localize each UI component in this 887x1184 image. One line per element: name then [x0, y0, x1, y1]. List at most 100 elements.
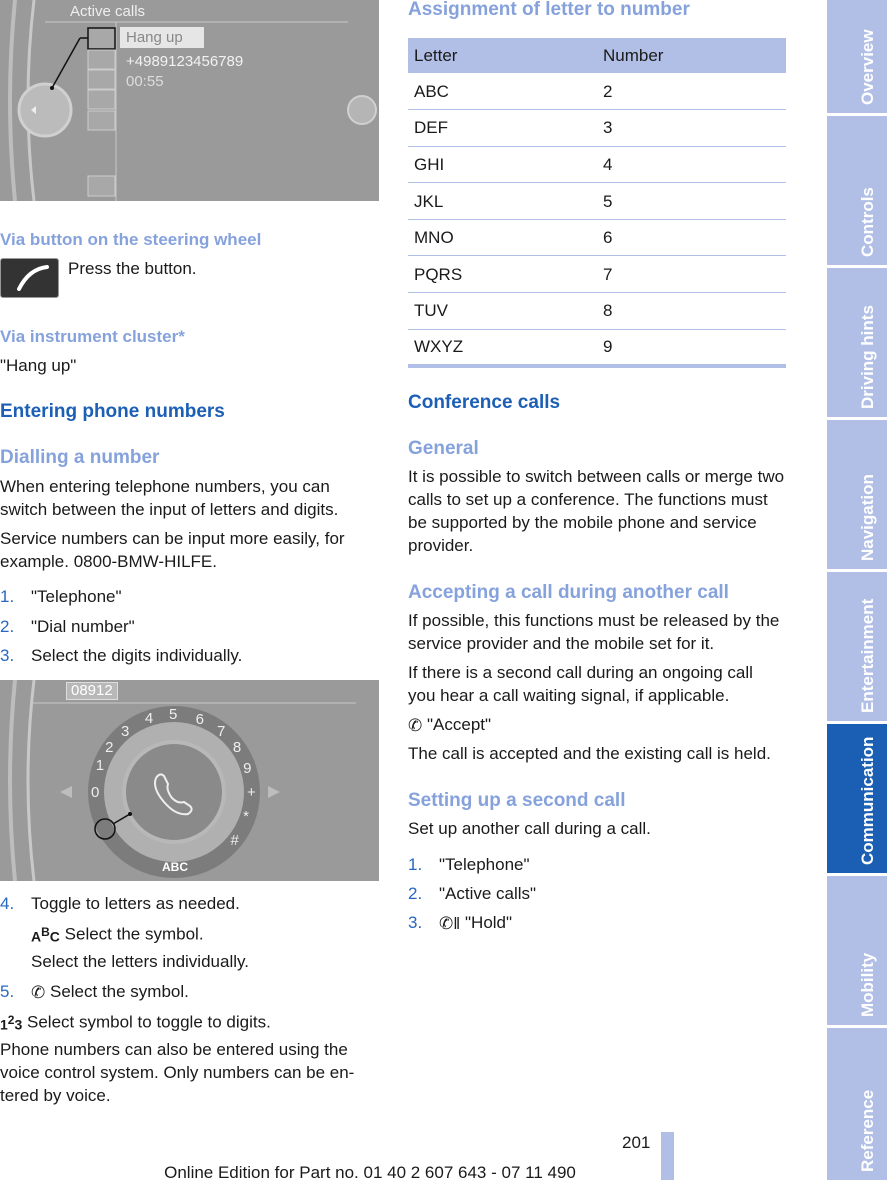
hang-up-menu-item: Hang up: [120, 27, 204, 48]
number-cell: 6: [597, 219, 786, 257]
accept-line: ✆ "Accept": [408, 715, 492, 736]
tab-label: Overview: [858, 29, 877, 105]
number-cell: 9: [597, 329, 786, 368]
tab-entertainment[interactable]: Entertainment: [827, 572, 887, 721]
table-row: ABC 2: [408, 73, 786, 111]
paragraph: When entering telephone numbers, you can…: [0, 477, 339, 519]
letter-cell: JKL: [408, 182, 597, 220]
tab-label: Navigation: [858, 474, 877, 561]
call-duration: 00:55: [126, 73, 164, 90]
letter-cell: TUV: [408, 292, 597, 330]
table-row: JKL 5: [408, 182, 786, 220]
paragraph: If possible, this functions must be rele…: [408, 611, 780, 653]
letter-cell: ABC: [408, 73, 597, 111]
list-item: 2. "Dial number": [0, 617, 135, 636]
letter-cell: GHI: [408, 146, 597, 184]
digits-symbol-icon: 123: [0, 1013, 23, 1033]
table-row: WXYZ 9: [408, 329, 786, 368]
letter-cell: DEF: [408, 109, 597, 147]
dial-digit: 8: [232, 739, 242, 757]
number-cell: 3: [597, 109, 786, 147]
active-calls-screenshot: Active calls Hang up +4989123456789 00:5…: [0, 0, 379, 201]
speller-wheel: [8, 680, 356, 881]
dial-digit: 9: [243, 759, 252, 777]
digits-instruction: 123 Select symbol to toggle to digits.: [0, 1009, 271, 1037]
tab-controls[interactable]: Controls: [827, 116, 887, 265]
table-row: PQRS 7: [408, 255, 786, 294]
paragraph: Service numbers can be input more easily…: [0, 529, 345, 571]
paragraph: It is possible to switch between calls o…: [408, 467, 785, 555]
letter-cell: MNO: [408, 219, 597, 257]
tab-navigation[interactable]: Navigation: [827, 420, 887, 569]
heading-dialling: Dialling a number: [0, 447, 160, 468]
abc-toggle: ABC: [162, 860, 188, 874]
number-cell: 4: [597, 146, 786, 184]
column-header: Letter: [408, 38, 597, 73]
letter-cell: WXYZ: [408, 329, 597, 368]
list-item: 1. "Telephone": [0, 587, 122, 606]
press-text: Press the button.: [68, 259, 197, 278]
dial-digit: 3: [120, 722, 130, 740]
paragraph: Set up another call during a call.: [408, 819, 651, 838]
list-item: 3. Select the digits individually.: [0, 646, 243, 665]
number-cell: 2: [597, 73, 786, 111]
dial-digit: 4: [144, 709, 154, 727]
page-number: 201: [622, 1133, 651, 1152]
tab-label: Controls: [858, 187, 877, 257]
hold-call-icon: ✆‖: [439, 914, 461, 934]
dial-digit: 2: [105, 739, 114, 757]
letter-number-table: Letter Number ABC 2 DEF 3 GHI 4 JKL 5 MNO 6 PQRS 7 TU…: [408, 38, 786, 368]
dial-digit: +: [247, 784, 256, 801]
abc-instruction: ABC Select the symbol.: [31, 921, 204, 949]
hang-up-text: "Hang up": [0, 356, 77, 375]
tab-label: Reference: [858, 1089, 877, 1172]
heading-general: General: [408, 438, 479, 459]
dial-digit: 1: [95, 757, 105, 775]
list-item: 4. Toggle to letters as needed.: [0, 894, 240, 913]
screen-title: Active calls: [70, 3, 146, 20]
column-header: Number: [597, 38, 786, 73]
tab-label: Mobility: [858, 952, 877, 1017]
table-row: TUV 8: [408, 292, 786, 330]
tab-label: Driving hints: [858, 305, 877, 409]
dial-number-screenshot: 08912 ABC 1 2 3 4 5 6 7 8 9 0 + * #: [0, 680, 379, 881]
dial-digit: #: [230, 832, 239, 850]
number-cell: 8: [597, 292, 786, 330]
dial-digit: *: [243, 808, 250, 826]
tab-label: Entertainment: [858, 598, 877, 713]
letters-instruction: Select the letters individually.: [31, 952, 249, 971]
tab-label: Communication: [858, 736, 877, 865]
paragraph: Phone numbers can also be entered using …: [0, 1040, 355, 1105]
tab-communication[interactable]: Communication: [827, 724, 887, 873]
heading-assignment: Assignment of letter to number: [408, 0, 690, 20]
heading-conference: Conference calls: [408, 392, 561, 413]
heading-accepting: Accepting a call during another call: [408, 582, 729, 603]
tab-reference[interactable]: Reference: [827, 1028, 887, 1180]
tab-driving-hints[interactable]: Driving hints: [827, 268, 887, 417]
number-entry-field: 08912: [66, 682, 118, 700]
phone-receiver-icon: ✆: [31, 983, 46, 1003]
list-item: 2. "Active calls": [408, 884, 537, 903]
abc-symbol-icon: ABC: [31, 925, 60, 945]
dial-digit: 0: [91, 784, 100, 801]
dial-digit: 6: [195, 710, 205, 728]
heading-second-call: Setting up a second call: [408, 790, 626, 811]
tab-overview[interactable]: Overview: [827, 0, 887, 113]
accept-call-icon: ✆: [408, 716, 423, 736]
number-cell: 7: [597, 255, 786, 294]
list-item: 1. "Telephone": [408, 855, 530, 874]
phone-button-icon: [0, 258, 59, 298]
heading-entering-numbers: Entering phone numbers: [0, 401, 225, 422]
dial-digit: 5: [169, 706, 178, 723]
table-row: MNO 6: [408, 219, 786, 257]
table-row: GHI 4: [408, 146, 786, 184]
dial-digit: 7: [217, 722, 226, 740]
heading-steering-wheel: Via button on the steering wheel: [0, 230, 262, 249]
number-cell: 5: [597, 182, 786, 220]
letter-cell: PQRS: [408, 255, 597, 294]
list-item: 3. ✆‖ "Hold": [408, 913, 513, 934]
list-item: 5. ✆ Select the symbol.: [0, 982, 189, 1003]
edition-footer: Online Edition for Part no. 01 40 2 607 …: [164, 1163, 576, 1182]
heading-instrument-cluster: Via instrument cluster*: [0, 327, 185, 346]
tab-mobility[interactable]: Mobility: [827, 876, 887, 1025]
